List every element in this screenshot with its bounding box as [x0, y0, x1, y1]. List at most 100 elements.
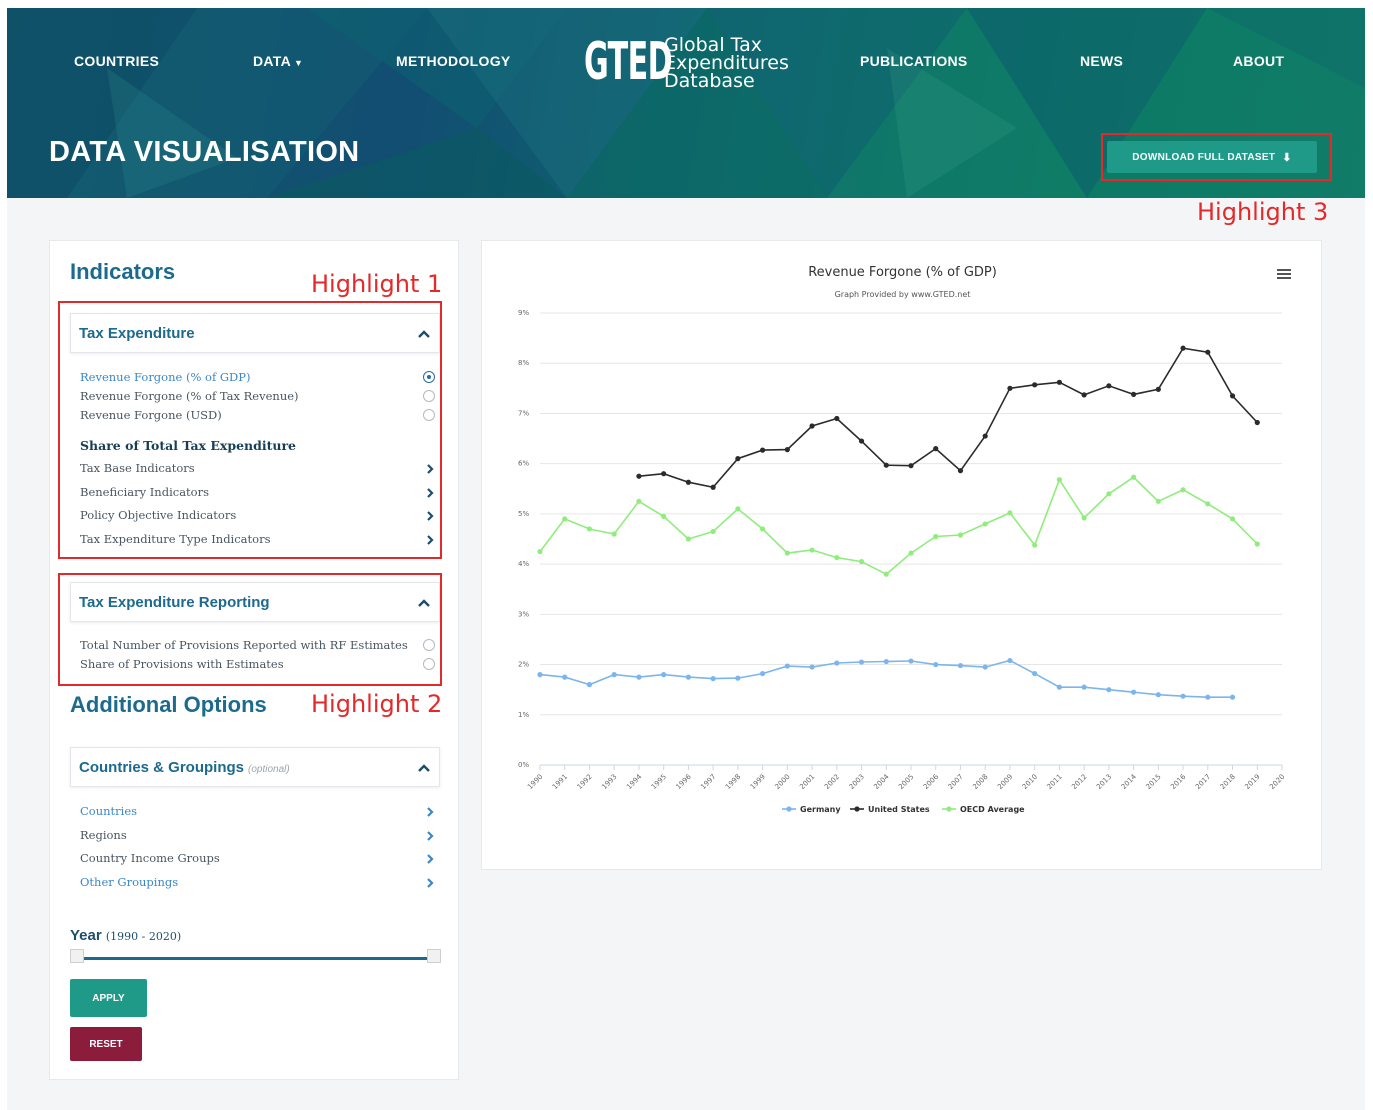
data-point: [883, 658, 889, 665]
data-point: [908, 658, 914, 664]
data-point: [636, 498, 642, 504]
data-point: [1131, 474, 1137, 480]
data-point: [982, 433, 988, 439]
item-label: Other Groupings: [80, 875, 179, 889]
data-point: [858, 659, 865, 665]
x-tick-label: 2019: [1243, 773, 1261, 791]
data-point: [760, 526, 766, 532]
data-point: [661, 471, 667, 477]
data-point: [1106, 491, 1112, 497]
data-point: [586, 682, 593, 688]
countries-item[interactable]: Countries: [80, 802, 435, 821]
x-tick-label: 2008: [971, 773, 989, 791]
data-point: [834, 415, 840, 422]
data-point: [933, 533, 939, 540]
x-tick-label: 2016: [1169, 772, 1188, 791]
x-tick-label: 2000: [773, 773, 791, 791]
year-slider-track[interactable]: [77, 957, 435, 960]
series-line-germany: [539, 659, 1233, 698]
data-point: [809, 664, 815, 670]
data-point: [661, 513, 667, 519]
x-tick-label: 1995: [650, 773, 668, 791]
data-point: [784, 550, 790, 556]
year-slider-min-handle[interactable]: [70, 949, 84, 963]
y-tick-label: 0%: [518, 761, 529, 769]
data-point: [1056, 379, 1062, 385]
highlight-2-label: Highlight 2: [311, 690, 443, 718]
y-tick-label: 2%: [518, 661, 529, 669]
data-point: [858, 559, 865, 565]
x-tick-label: 2020: [1268, 773, 1286, 791]
data-point: [784, 447, 790, 453]
data-point: [685, 536, 691, 542]
chart-menu-icon[interactable]: [1277, 269, 1291, 281]
chart-subtitle: Graph Provided by www.GTED.net: [834, 290, 971, 299]
x-tick-label: 2014: [1120, 772, 1139, 791]
country-income-groups-item[interactable]: Country Income Groups: [80, 849, 435, 868]
data-point: [1254, 419, 1260, 426]
line-chart: 0% 1% 2% 3% 4% 5% 6% 7% 8% 9% 1990 1991 1992 1993 1994…: [518, 309, 1286, 814]
optional-tag: (optional): [248, 764, 290, 775]
data-point: [834, 554, 840, 561]
y-tick-label: 8%: [518, 359, 529, 367]
data-point: [1081, 392, 1087, 398]
data-point: [957, 532, 964, 538]
y-tick-label: 4%: [518, 560, 529, 568]
reset-button[interactable]: RESET: [70, 1027, 142, 1061]
legend-symbol-marker: [786, 806, 792, 812]
apply-button[interactable]: APPLY: [70, 979, 147, 1017]
countries-groupings-accordion-header[interactable]: Countries & Groupings (optional): [70, 747, 440, 787]
nav-countries[interactable]: COUNTRIES: [74, 53, 159, 69]
data-point: [982, 521, 988, 527]
data-point: [1081, 515, 1087, 521]
x-tick-label: 2004: [872, 772, 891, 791]
highlight-1-box: [58, 301, 442, 559]
chart-title: Revenue Forgone (% of GDP): [808, 265, 997, 280]
x-tick-label: 2003: [848, 773, 866, 791]
series-line-united-states: [638, 347, 1258, 489]
chevron-right-icon: [427, 807, 434, 817]
nav-news[interactable]: NEWS: [1080, 53, 1123, 69]
chart-panel: 0% 1% 2% 3% 4% 5% 6% 7% 8% 9% 1990 1991 1992 1993 1994…: [481, 240, 1322, 870]
data-point: [1081, 684, 1087, 690]
data-point: [735, 456, 741, 462]
x-tick-label: 2006: [922, 772, 941, 791]
nav-data[interactable]: DATA ▼: [253, 53, 303, 69]
x-tick-label: 2007: [947, 773, 965, 791]
nav-data-label: DATA: [253, 53, 292, 69]
year-range: (1990 - 2020): [105, 930, 182, 943]
indicators-heading: Indicators: [70, 259, 176, 284]
countries-groupings-title: Countries & Groupings (optional): [79, 759, 290, 776]
y-tick-label: 9%: [518, 309, 529, 317]
x-tick-label: 1990: [526, 773, 544, 791]
year-slider-max-handle[interactable]: [427, 949, 441, 963]
data-point: [957, 662, 964, 669]
data-point: [1056, 684, 1062, 690]
other-groupings-item[interactable]: Other Groupings: [80, 873, 435, 892]
data-point: [735, 675, 741, 681]
nav-about[interactable]: ABOUT: [1233, 53, 1284, 69]
data-point: [1180, 487, 1186, 493]
x-tick-label: 2017: [1194, 773, 1212, 791]
regions-item[interactable]: Regions: [80, 826, 435, 845]
data-point: [1155, 692, 1161, 698]
data-point: [982, 664, 988, 670]
x-tick-label: 2013: [1095, 773, 1113, 791]
x-tick-label: 2012: [1070, 773, 1088, 791]
legend-item: Germany: [800, 805, 841, 814]
highlight-3-box: [1101, 133, 1332, 181]
x-tick-label: 1992: [576, 773, 594, 791]
chevron-right-icon: [427, 878, 434, 888]
y-tick-label: 5%: [518, 510, 529, 518]
nav-methodology[interactable]: METHODOLOGY: [396, 53, 511, 69]
data-point: [537, 548, 543, 555]
data-point: [908, 463, 914, 469]
data-point: [1131, 391, 1137, 397]
data-point: [1007, 510, 1013, 516]
nav-publications[interactable]: PUBLICATIONS: [860, 53, 968, 69]
data-point: [1254, 541, 1260, 547]
year-label: Year (1990 - 2020): [70, 927, 181, 944]
x-tick-label: 1993: [600, 773, 618, 791]
additional-options-heading: Additional Options: [70, 692, 267, 717]
data-point: [784, 663, 790, 669]
